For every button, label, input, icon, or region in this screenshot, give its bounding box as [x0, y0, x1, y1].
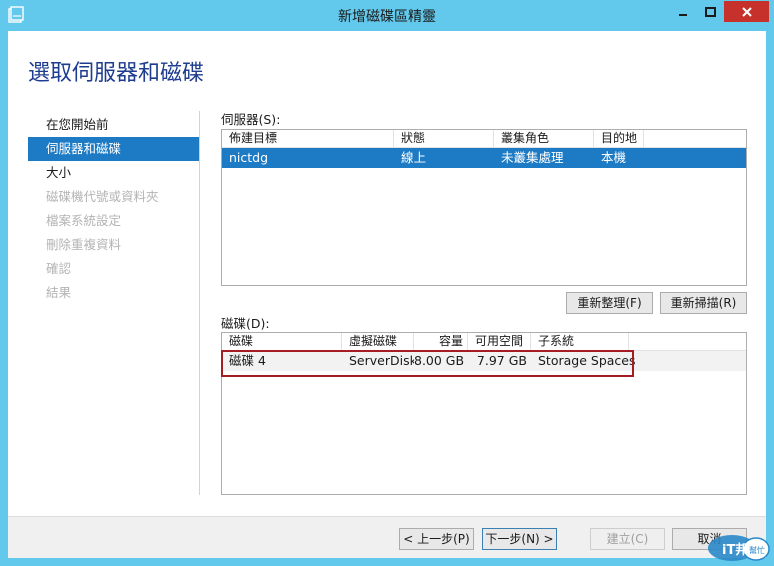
- minimize-icon: [679, 13, 687, 16]
- nav-step-results: 結果: [46, 285, 72, 300]
- next-button[interactable]: 下一步(N) >: [482, 528, 557, 550]
- nav-step-file-system: 檔案系統設定: [46, 213, 122, 228]
- servers-list[interactable]: 佈建目標 狀態 叢集角色 目的地 nictdg 線上 未叢集處理 本機: [221, 129, 747, 286]
- column-header-cluster-role[interactable]: 叢集角色: [494, 130, 594, 148]
- column-header-destination[interactable]: 目的地: [594, 130, 644, 148]
- refresh-button[interactable]: 重新整理(F): [566, 292, 653, 314]
- nav-step-drive-letter: 磁碟機代號或資料夾: [46, 189, 159, 204]
- wizard-steps-nav: 在您開始前 伺服器和磁碟 大小 磁碟機代號或資料夾 檔案系統設定 刪除重複資料 …: [28, 113, 200, 305]
- rescan-button[interactable]: 重新掃描(R): [660, 292, 747, 314]
- server-destination-cell: 本機: [601, 150, 627, 165]
- server-status-cell: 線上: [401, 150, 427, 165]
- nav-divider: [199, 111, 200, 495]
- maximize-button[interactable]: [697, 1, 723, 22]
- nav-step-size[interactable]: 大小: [28, 161, 200, 185]
- wizard-footer: < 上一步(P) 下一步(N) > 建立(C) 取消: [8, 516, 766, 558]
- column-header-capacity[interactable]: 容量: [414, 333, 468, 351]
- wizard-window: 新增磁碟區精靈 選取伺服器和磁碟 在您開始前 伺服器和磁碟 大小 磁碟機代號或資…: [0, 0, 774, 566]
- server-target-cell: nictdg: [229, 150, 269, 165]
- column-header-disk[interactable]: 磁碟: [222, 333, 342, 351]
- column-header-virtual-disk[interactable]: 虛擬磁碟: [342, 333, 414, 351]
- wizard-content: 選取伺服器和磁碟 在您開始前 伺服器和磁碟 大小 磁碟機代號或資料夾 檔案系統設…: [8, 31, 766, 558]
- maximize-icon: [704, 6, 716, 17]
- page-title: 選取伺服器和磁碟: [28, 61, 205, 86]
- title-bar[interactable]: 新增磁碟區精靈: [0, 0, 774, 31]
- create-button: 建立(C): [590, 528, 665, 550]
- table-row[interactable]: nictdg 線上 未叢集處理 本機: [222, 148, 746, 168]
- nav-step-server-and-disk[interactable]: 伺服器和磁碟: [28, 137, 200, 161]
- minimize-button[interactable]: [670, 1, 696, 22]
- close-icon: [741, 6, 752, 17]
- nav-step-confirmation: 確認: [46, 261, 72, 276]
- ithome-watermark-logo: iT邦 幫忙: [708, 535, 770, 561]
- watermark-tag-text: 幫忙: [749, 545, 765, 555]
- close-button[interactable]: [724, 1, 769, 22]
- disks-label: 磁碟(D):: [221, 316, 270, 331]
- server-role-cell: 未叢集處理: [501, 150, 564, 165]
- servers-list-header: 佈建目標 狀態 叢集角色 目的地: [222, 130, 746, 148]
- column-header-target[interactable]: 佈建目標: [222, 130, 394, 148]
- window-title: 新增磁碟區精靈: [338, 9, 436, 25]
- nav-step-deduplication: 刪除重複資料: [46, 237, 122, 252]
- previous-button[interactable]: < 上一步(P): [399, 528, 474, 550]
- column-header-subsystem[interactable]: 子系統: [531, 333, 629, 351]
- annotation-highlight-box: [221, 350, 634, 377]
- column-header-status[interactable]: 狀態: [394, 130, 494, 148]
- nav-step-before-you-begin[interactable]: 在您開始前: [28, 113, 200, 137]
- column-header-free-space[interactable]: 可用空間: [468, 333, 531, 351]
- watermark-brand-text: iT邦: [722, 542, 748, 558]
- disks-list-header: 磁碟 虛擬磁碟 容量 可用空間 子系統: [222, 333, 746, 351]
- servers-label: 伺服器(S):: [221, 112, 281, 127]
